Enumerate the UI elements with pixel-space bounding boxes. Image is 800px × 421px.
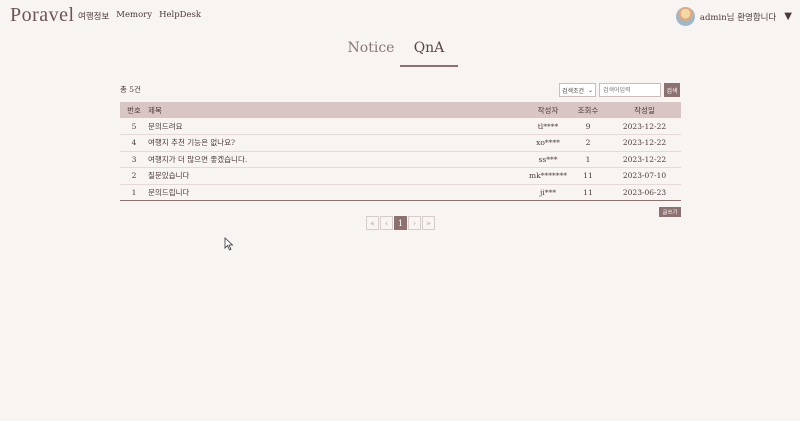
row-number: 3 [120, 151, 148, 168]
next-page-button[interactable]: › [408, 216, 421, 230]
row-views: 11 [568, 167, 608, 185]
table-row[interactable]: 5 문의드려요 tl**** 9 2023-12-22 [120, 118, 681, 135]
row-views: 11 [568, 184, 608, 201]
row-author: mk******* [528, 167, 568, 185]
row-title-link[interactable]: 문의드립니다 [148, 184, 528, 201]
prev-page-button[interactable]: ‹ [380, 216, 393, 230]
row-author: ji*** [528, 184, 568, 201]
row-views: 1 [568, 151, 608, 168]
table-header-row: 번호 제목 작성자 조회수 작성일 [120, 102, 681, 118]
site-logo[interactable]: Poravel [10, 4, 75, 27]
qna-table: 번호 제목 작성자 조회수 작성일 5 문의드려요 tl**** 9 2023-… [120, 102, 681, 201]
row-title-link[interactable]: 문의드려요 [148, 118, 528, 135]
table-row[interactable]: 3 여행지가 더 많으면 좋겠습니다. ss*** 1 2023-12-22 [120, 151, 681, 168]
row-number: 4 [120, 134, 148, 152]
tab-notice[interactable]: Notice [342, 40, 400, 67]
row-views: 9 [568, 118, 608, 135]
table-row[interactable]: 2 질문있습니다 mk******* 11 2023-07-10 [120, 167, 681, 185]
col-views: 조회수 [577, 105, 599, 115]
first-page-button[interactable]: « [366, 216, 379, 230]
search-condition-select[interactable]: 검색조건 ⌄ [559, 83, 596, 97]
row-title-link[interactable]: 여행지 추천 기능은 없나요? [148, 134, 528, 152]
row-number: 1 [120, 184, 148, 201]
nav-item-memory[interactable]: Memory [116, 10, 152, 22]
chevron-down-icon[interactable]: ▼ [784, 11, 792, 22]
row-date: 2023-07-10 [608, 167, 681, 185]
write-button[interactable]: 글쓰기 [659, 207, 681, 217]
avatar[interactable] [675, 7, 695, 26]
table-row[interactable]: 1 문의드립니다 ji*** 11 2023-06-23 [120, 184, 681, 201]
row-author: ss*** [528, 151, 568, 168]
welcome-text: admin님 환영합니다 [699, 12, 777, 23]
last-page-button[interactable]: » [422, 216, 435, 230]
row-author: tl**** [528, 118, 568, 135]
row-date: 2023-12-22 [608, 151, 681, 168]
top-navbar: Poravel 여행정보 Memory HelpDesk admin님 환영합니… [0, 0, 800, 32]
row-date: 2023-12-22 [608, 118, 681, 135]
search-input[interactable] [599, 83, 661, 97]
row-title-link[interactable]: 여행지가 더 많으면 좋겠습니다. [148, 151, 528, 168]
board-tabs: Notice QnA [342, 40, 458, 67]
tab-qna[interactable]: QnA [400, 40, 458, 67]
main-nav: 여행정보 Memory HelpDesk [78, 10, 201, 22]
row-author: xo**** [528, 134, 568, 152]
search-bar: 검색조건 ⌄ 검색 [559, 83, 680, 97]
page-number-button[interactable]: 1 [394, 216, 407, 230]
row-number: 2 [120, 167, 148, 185]
search-button[interactable]: 검색 [664, 83, 680, 97]
col-date: 작성일 [634, 105, 655, 115]
mouse-cursor-icon [224, 237, 234, 251]
row-number: 5 [120, 118, 148, 135]
row-date: 2023-06-23 [608, 184, 681, 201]
pagination: « ‹ 1 › » [366, 216, 435, 230]
col-title: 제목 [148, 105, 162, 115]
user-menu[interactable]: admin님 환영합니다 ▼ [675, 7, 792, 26]
row-title-link[interactable]: 질문있습니다 [148, 167, 528, 185]
search-condition-label: 검색조건 [562, 87, 585, 95]
nav-item-helpdesk[interactable]: HelpDesk [159, 10, 201, 22]
nav-item-travel-info[interactable]: 여행정보 [78, 10, 109, 22]
col-author: 작성자 [537, 105, 559, 115]
post-count: 총 5건 [120, 85, 141, 94]
row-date: 2023-12-22 [608, 134, 681, 152]
table-row[interactable]: 4 여행지 추천 기능은 없나요? xo**** 2 2023-12-22 [120, 134, 681, 152]
row-views: 2 [568, 134, 608, 152]
col-number: 번호 [127, 105, 141, 115]
chevron-down-icon: ⌄ [587, 86, 593, 94]
